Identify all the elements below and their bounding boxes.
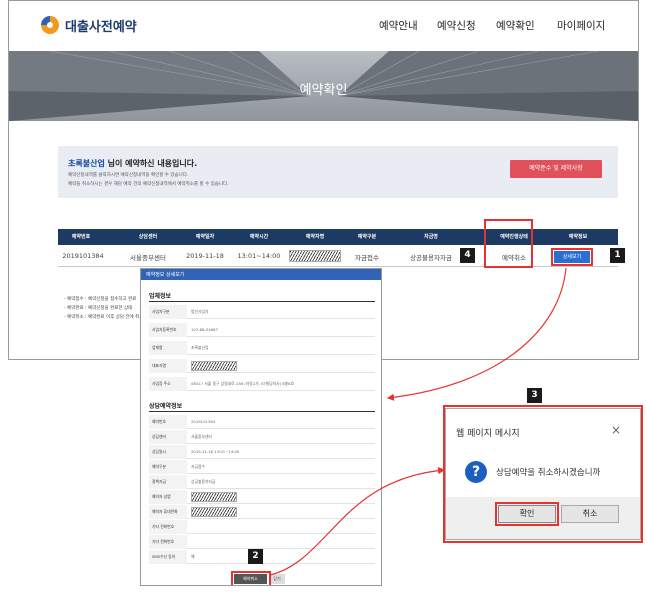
row-value: 2019-11-18 13:01~14:00: [191, 449, 240, 454]
info-row: 사업자구분 법인사업자: [149, 305, 375, 319]
info-row: 예약구분 자금접수: [149, 460, 375, 474]
col-header: 예약구분: [357, 234, 377, 240]
info-row: 대표자명: [149, 359, 375, 373]
notice-line: 예약을 취소하시는 경우 해당 예약 건의 예약신청내역에서 예약취소를 할 수…: [68, 182, 229, 187]
row-value: 서울중부센터: [191, 434, 212, 439]
logo-text[interactable]: 대출사전예약: [65, 16, 137, 35]
row-label: 예약구분: [149, 460, 187, 474]
row-label: 상담일시: [149, 445, 187, 459]
redacted-value: [191, 507, 237, 517]
row-label: 사업자구분: [149, 305, 187, 319]
row-label: 예약자 성명: [149, 490, 187, 504]
section-divider: [149, 411, 375, 412]
hero-banner: 예약확인: [9, 51, 638, 121]
redacted-name: [289, 250, 341, 262]
col-header: 예약번호: [71, 234, 91, 240]
reservation-detail-popup: 예약정보 상세보기 업체정보 사업자구분 법인사업자 사업자등록번호 107-86-…: [140, 268, 382, 586]
policy-button[interactable]: 예약준수 및 제약사항: [510, 160, 602, 178]
table-row[interactable]: 2019101384 서울중부센터 2019-11-18 13:01~14:00…: [58, 245, 618, 267]
notice-line: 예약신청내역를 클릭하시면 예약신청내역을 확인할 수 있습니다.: [68, 173, 189, 178]
status-highlight-box: [484, 219, 533, 268]
row-value: 107-86-04867: [191, 327, 218, 332]
logo-icon[interactable]: [39, 14, 61, 36]
cell-kind: 자금접수: [355, 254, 379, 262]
legend-line: - 예약접수 : 예약신청을 접수하고 완료: [64, 297, 137, 302]
info-row: 사업자등록번호 107-86-04867: [149, 323, 375, 337]
redacted-value: [191, 492, 237, 502]
row-value: 2019101384: [191, 419, 216, 424]
info-row: 예약번호 2019101384: [149, 415, 375, 429]
cell-center: 서울중부센터: [130, 254, 166, 262]
legend-line: - 예약완료 : 예약신청을 완료한 상태: [64, 306, 133, 311]
nav-reservation-check[interactable]: 예약확인: [496, 18, 535, 33]
popup-close-button[interactable]: 닫기: [269, 574, 285, 584]
col-header: 자금명: [424, 234, 438, 240]
col-header: 예약정보: [568, 234, 588, 240]
row-label: 업체명: [149, 341, 187, 355]
legend-line: - 예약취소 : 예약완료 이후 상담 전에 취소: [64, 315, 144, 320]
row-value: 자금접수: [191, 464, 205, 469]
table-header: 예약번호 상담센터 예약일자 예약시간 예약자명 예약구분 자금명 예약진행상태…: [58, 229, 618, 245]
section-divider: [149, 301, 375, 302]
col-header: 상담센터: [138, 234, 158, 240]
nav-reservation-guide[interactable]: 예약안내: [379, 18, 418, 33]
col-header: 예약시간: [249, 234, 269, 240]
row-value: 예: [191, 554, 195, 559]
dialog-highlight-box: [443, 405, 643, 543]
step-badge-2: 2: [248, 549, 263, 564]
row-value: 법인사업자: [191, 309, 209, 314]
info-row: 정책자금 상공불용자자금: [149, 475, 375, 489]
row-value: 08517 서울 중구 삼일대로 238 (저동2가, KT빌딩지사) 8층8호: [191, 381, 295, 386]
col-header: 예약자명: [305, 234, 325, 240]
step-badge-1: 1: [610, 248, 625, 263]
section-title-consult: 상담예약정보: [149, 403, 183, 410]
info-row: 예약자 휴대전화: [149, 505, 375, 519]
section-title-company: 업체정보: [149, 293, 172, 300]
redacted-value: [191, 361, 237, 371]
info-row: 기타 전화번호: [149, 535, 375, 549]
col-header: 예약일자: [195, 234, 215, 240]
row-label: 기타 전화번호: [149, 520, 187, 534]
cell-time: 13:01~14:00: [237, 252, 281, 260]
row-label: 기타 전화번호: [149, 535, 187, 549]
row-label: 예약번호: [149, 415, 187, 429]
info-row: 상담센터 서울중부센터: [149, 430, 375, 444]
notice-title: 초록불산업 님이 예약하신 내용입니다.: [68, 158, 197, 169]
row-value: 초록불산업: [191, 345, 209, 350]
detail-highlight-box: [551, 248, 593, 266]
page-title: 예약확인: [299, 83, 348, 98]
info-row: 상담일시 2019-11-18 13:01~14:00: [149, 445, 375, 459]
nav-reservation-apply[interactable]: 예약신청: [437, 18, 476, 33]
info-row: 사업장 주소 08517 서울 중구 삼일대로 238 (저동2가, KT빌딩지사…: [149, 377, 375, 391]
step-badge-3: 3: [527, 388, 542, 403]
cancel-highlight-box: [231, 571, 271, 585]
popup-title: 예약정보 상세보기: [146, 272, 185, 278]
row-label: 사업자등록번호: [149, 323, 187, 337]
info-row: 기타 전화번호: [149, 520, 375, 534]
company-name: 초록불산업: [68, 159, 105, 168]
row-label: SMS수신 동의: [149, 550, 187, 564]
notice-title-text: 님이 예약하신 내용입니다.: [104, 159, 198, 168]
site-header: 대출사전예약 예약안내 예약신청 예약확인 마이페이지: [9, 1, 638, 51]
cell-fund: 상공불용자자금: [410, 254, 452, 262]
row-label: 사업장 주소: [149, 377, 187, 391]
info-row: 업체명 초록불산업: [149, 341, 375, 355]
cell-date: 2019-11-18: [186, 252, 224, 260]
nav-mypage[interactable]: 마이페이지: [557, 18, 605, 33]
step-badge-4: 4: [460, 248, 475, 263]
info-row: 예약자 성명: [149, 490, 375, 504]
row-label: 대표자명: [149, 359, 187, 373]
cell-reservation-number: 2019101384: [62, 252, 104, 260]
notice-box: 초록불산업 님이 예약하신 내용입니다. 예약신청내역를 클릭하시면 예약신청내…: [58, 146, 618, 198]
row-label: 정책자금: [149, 475, 187, 489]
row-label: 예약자 휴대전화: [149, 505, 187, 519]
row-label: 상담센터: [149, 430, 187, 444]
row-value: 상공불용자자금: [191, 479, 216, 484]
